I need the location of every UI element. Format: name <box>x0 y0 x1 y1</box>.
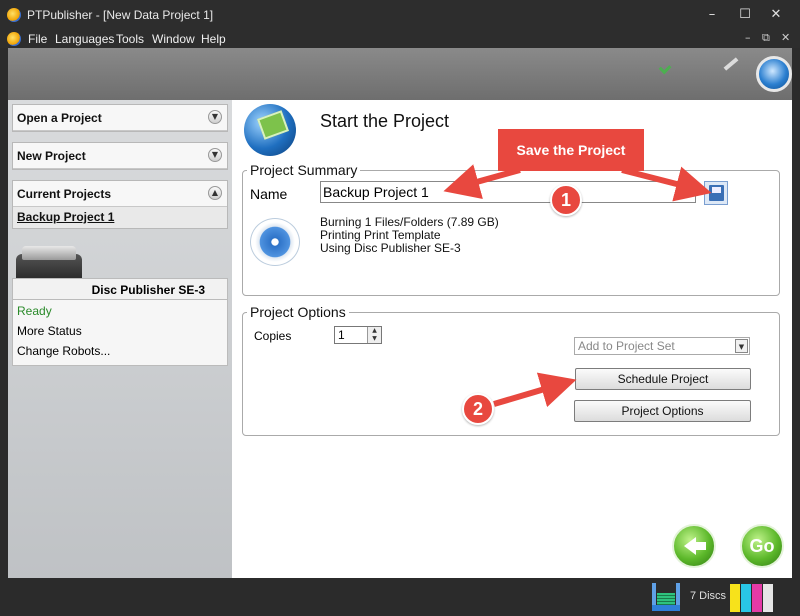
robot-status: Ready <box>17 304 52 318</box>
open-project-label: Open a Project <box>17 111 102 125</box>
globe-icon[interactable] <box>756 56 792 92</box>
project-options-legend: Project Options <box>250 304 346 320</box>
step-marker-1: 1 <box>550 184 582 216</box>
schedule-project-button[interactable]: Schedule Project <box>575 368 751 390</box>
current-projects-section: Current Projects ▲ Backup Project 1 <box>12 180 228 229</box>
copies-label: Copies <box>254 329 292 343</box>
project-options-button[interactable]: Project Options <box>574 400 751 422</box>
current-projects-label: Current Projects <box>17 187 112 201</box>
back-button[interactable] <box>672 524 716 568</box>
ink-icon[interactable] <box>730 582 774 612</box>
current-projects-header[interactable]: Current Projects ▲ <box>13 181 227 207</box>
save-icon[interactable] <box>704 181 728 205</box>
name-label: Name <box>250 186 288 202</box>
page-title: Start the Project <box>320 111 450 131</box>
step-marker-2: 2 <box>462 393 494 425</box>
new-project-header[interactable]: New Project ▼ <box>13 143 227 169</box>
toolbar <box>8 48 792 100</box>
robot-name: Disc Publisher SE-3 <box>91 283 205 297</box>
project-name-input[interactable] <box>320 181 696 203</box>
menu-bar: File Languages Tools Window Help – ⧉ ✕ <box>0 30 800 48</box>
summary-burning: Burning 1 Files/Folders (7.89 GB) <box>320 215 499 229</box>
robot-status-list: Ready More Status Change Robots... <box>12 300 228 366</box>
mdi-minimize-button[interactable]: – <box>745 31 751 44</box>
chevron-down-icon[interactable]: ▼ <box>208 148 222 162</box>
menu-window[interactable]: Window <box>152 32 195 46</box>
close-button[interactable]: ✕ <box>766 6 786 24</box>
start-project-icon <box>244 104 296 156</box>
robot-card: Disc Publisher SE-3 Ready More Status Ch… <box>12 242 228 366</box>
main-panel: Start the Project Project Summary Name B… <box>240 100 792 578</box>
maximize-button[interactable]: ☐ <box>735 6 755 24</box>
app-icon <box>7 8 21 22</box>
stepper-arrows-icon[interactable]: ▲ ▼ <box>367 327 381 343</box>
project-summary-legend: Project Summary <box>250 162 358 178</box>
menu-file[interactable]: File <box>28 32 47 46</box>
current-project-link[interactable]: Backup Project 1 <box>13 207 227 228</box>
window-title: PTPublisher - [New Data Project 1] <box>27 8 214 22</box>
summary-robot: Using Disc Publisher SE-3 <box>320 241 461 255</box>
document-icon[interactable] <box>7 32 21 46</box>
more-status-link[interactable]: More Status <box>17 324 82 338</box>
content-area: Open a Project ▼ New Project ▼ Current P… <box>8 100 792 578</box>
new-project-label: New Project <box>17 149 86 163</box>
chevron-up-icon[interactable]: ▲ <box>208 186 222 200</box>
menu-help[interactable]: Help <box>201 32 226 46</box>
status-bar: 7 Discs <box>0 578 800 616</box>
menu-tools[interactable]: Tools <box>116 32 144 46</box>
sidebar: Open a Project ▼ New Project ▼ Current P… <box>8 100 232 578</box>
project-set-select[interactable]: Add to Project Set ▼ <box>574 337 750 355</box>
minimize-button[interactable]: – <box>702 6 722 24</box>
save-project-callout: Save the Project <box>498 129 644 171</box>
disc-count: 7 Discs <box>690 590 727 602</box>
copies-value: 1 <box>338 328 345 342</box>
open-project-header[interactable]: Open a Project ▼ <box>13 105 227 131</box>
chevron-down-icon[interactable]: ▼ <box>208 110 222 124</box>
robot-name-bar: Disc Publisher SE-3 <box>12 278 228 300</box>
go-button[interactable]: Go <box>740 524 784 568</box>
check-icon[interactable] <box>658 61 672 75</box>
mdi-restore-button[interactable]: ⧉ <box>762 31 770 45</box>
change-robots-link[interactable]: Change Robots... <box>17 344 110 358</box>
wand-icon[interactable] <box>723 57 739 71</box>
copies-stepper[interactable]: 1 ▲ ▼ <box>334 326 382 344</box>
open-project-section[interactable]: Open a Project ▼ <box>12 104 228 132</box>
disc-icon <box>250 218 300 266</box>
dropdown-arrow-icon[interactable]: ▼ <box>735 339 748 353</box>
summary-printing: Printing Print Template <box>320 228 441 242</box>
menu-languages[interactable]: Languages <box>55 32 114 46</box>
disc-stack-icon <box>650 583 682 611</box>
mdi-close-button[interactable]: ✕ <box>781 31 790 44</box>
title-bar: PTPublisher - [New Data Project 1] – ☐ ✕ <box>0 0 800 30</box>
project-set-value: Add to Project Set <box>578 339 675 353</box>
new-project-section[interactable]: New Project ▼ <box>12 142 228 170</box>
